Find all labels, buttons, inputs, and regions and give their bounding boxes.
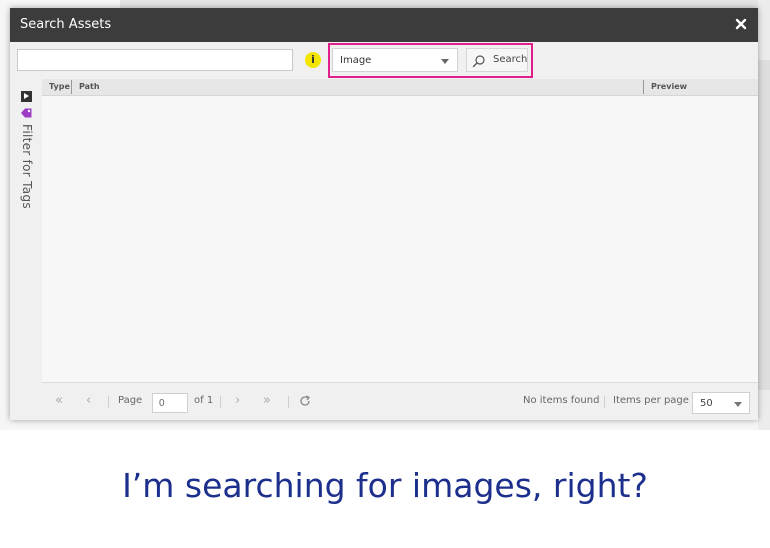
pagination-toolbar: « ‹ Page of 1 › » No items found Items p… xyxy=(42,382,758,418)
pager-divider xyxy=(288,396,289,408)
refresh-icon[interactable] xyxy=(299,395,311,407)
column-header-path[interactable]: Path xyxy=(79,82,100,91)
dialog-titlebar: Search Assets xyxy=(10,8,758,42)
chevron-down-icon xyxy=(734,402,742,407)
column-divider xyxy=(643,80,644,94)
tag-icon xyxy=(21,108,32,118)
grid-header: Type Path Preview xyxy=(42,79,758,96)
results-grid: Type Path Preview xyxy=(42,79,758,382)
page-count-label: of 1 xyxy=(194,395,214,406)
column-header-preview[interactable]: Preview xyxy=(651,82,687,91)
expand-panel-icon[interactable] xyxy=(21,91,32,102)
items-per-page-label: Items per page xyxy=(613,395,689,406)
page-label: Page xyxy=(118,395,143,406)
pager-divider xyxy=(604,396,605,408)
column-header-type[interactable]: Type xyxy=(49,82,70,91)
search-toolbar: i Image Search xyxy=(10,42,758,80)
tag-filter-sidebar: Filter for Tags xyxy=(10,80,42,418)
next-page-icon[interactable]: › xyxy=(235,394,240,407)
items-per-page-select[interactable]: 50 xyxy=(692,392,750,414)
first-page-icon[interactable]: « xyxy=(55,394,63,407)
info-icon[interactable]: i xyxy=(305,52,321,68)
page-number-input[interactable] xyxy=(152,393,188,413)
pager-divider xyxy=(108,396,109,408)
highlight-annotation xyxy=(328,43,533,78)
status-message: No items found xyxy=(523,395,600,406)
dialog-title: Search Assets xyxy=(20,17,112,32)
items-per-page-value: 50 xyxy=(700,398,713,409)
previous-page-icon[interactable]: ‹ xyxy=(86,394,91,407)
slide-caption: I’m searching for images, right? xyxy=(122,466,648,505)
search-assets-dialog: Search Assets i Image Search Filter for … xyxy=(10,8,758,420)
last-page-icon[interactable]: » xyxy=(263,394,271,407)
search-input[interactable] xyxy=(17,49,293,71)
close-icon[interactable] xyxy=(734,17,748,31)
column-divider xyxy=(71,80,72,94)
background-topbar xyxy=(120,0,770,8)
filter-for-tags-label[interactable]: Filter for Tags xyxy=(20,124,34,209)
pager-divider xyxy=(220,396,221,408)
background-right-strip xyxy=(758,60,770,390)
